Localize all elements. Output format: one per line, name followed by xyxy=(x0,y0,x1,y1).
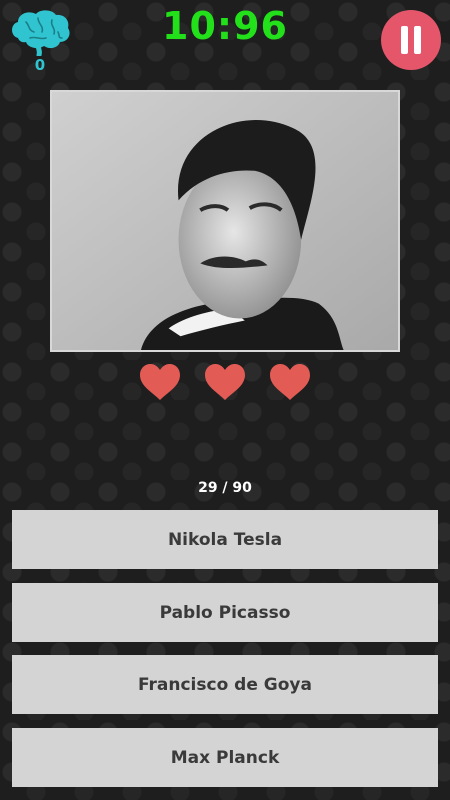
heart-icon xyxy=(205,364,245,400)
answer-button-4[interactable]: Max Planck xyxy=(12,728,438,787)
answer-label: Francisco de Goya xyxy=(138,674,312,695)
lives-indicator xyxy=(0,362,450,406)
answer-label: Pablo Picasso xyxy=(159,602,291,623)
answer-button-2[interactable]: Pablo Picasso xyxy=(12,583,438,642)
answer-label: Nikola Tesla xyxy=(167,529,283,550)
portrait-photo xyxy=(52,92,398,350)
score-counter: 0 xyxy=(34,56,46,74)
question-image xyxy=(50,90,400,352)
question-progress: 29 / 90 xyxy=(198,480,252,496)
answer-button-1[interactable]: Nikola Tesla xyxy=(12,510,438,569)
pause-button[interactable] xyxy=(381,10,441,70)
heart-icon xyxy=(270,364,310,400)
answer-label: Max Planck xyxy=(170,747,280,768)
answer-button-3[interactable]: Francisco de Goya xyxy=(12,655,438,714)
heart-icon xyxy=(140,364,180,400)
